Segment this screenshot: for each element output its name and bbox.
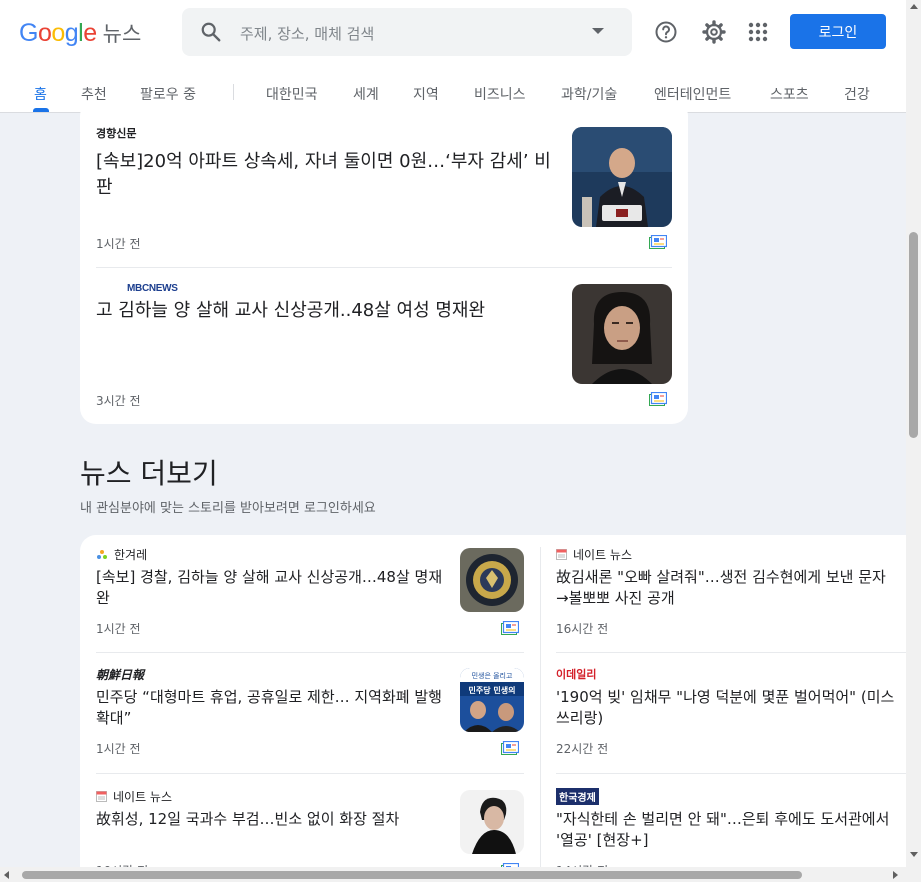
- story-headline[interactable]: "자식한테 손 벌리면 안 돼"…은퇴 후에도 도서관에서 '열공' [현장+]: [556, 809, 896, 851]
- scroll-down-icon[interactable]: [910, 852, 918, 857]
- logo-letter: o: [51, 19, 65, 47]
- story-time: 1시간 전: [96, 237, 141, 251]
- full-coverage-icon[interactable]: [501, 741, 519, 755]
- story-time: 1시간 전: [96, 622, 141, 636]
- source-name: 朝鮮日報: [96, 668, 145, 682]
- story-time: 1시간 전: [96, 742, 141, 756]
- source-name: 이데일리: [556, 668, 597, 681]
- full-coverage-icon[interactable]: [649, 235, 667, 249]
- logo-letter: g: [64, 19, 79, 47]
- source-name: MBCNEWS: [127, 283, 178, 294]
- grid-story-item[interactable]: 朝鮮日報 민주당 “대형마트 휴업, 공휴일로 제한… 지역화폐 발행 확대”: [96, 666, 446, 729]
- story-thumbnail[interactable]: [460, 790, 524, 854]
- grid-story-item[interactable]: 한국경제 "자식한테 손 벌리면 안 돼"…은퇴 후에도 도서관에서 '열공' …: [556, 788, 896, 851]
- story-headline[interactable]: '190억 빚' 임채무 "나영 덕분에 몇푼 벌어먹어" (미스쓰리랑): [556, 687, 896, 729]
- vertical-scrollbar[interactable]: [906, 0, 921, 882]
- apps-icon[interactable]: [746, 20, 770, 44]
- source-name: 한겨레: [96, 546, 446, 563]
- search-box[interactable]: 주제, 장소, 매체 검색: [182, 8, 632, 56]
- story-headline[interactable]: 고 김하늘 양 살해 교사 신상공개..48살 여성 명재완: [96, 298, 566, 324]
- column-divider: [540, 547, 541, 877]
- story-headline[interactable]: 故김새론 "오빠 살려줘"…생전 김수현에게 보낸 문자→볼뽀뽀 사진 공개: [556, 567, 891, 609]
- nate-logo-icon: [96, 791, 107, 802]
- horizontal-scroll-thumb[interactable]: [22, 871, 802, 879]
- scroll-up-icon[interactable]: [910, 4, 918, 9]
- logo-letter: G: [19, 19, 38, 47]
- story-headline[interactable]: [속보]20억 아파트 상속세, 자녀 둘이면 0원…‘부자 감세’ 비판: [96, 149, 556, 201]
- story-headline[interactable]: 민주당 “대형마트 휴업, 공휴일로 제한… 지역화폐 발행 확대”: [96, 687, 446, 729]
- section-subtitle: 내 관심분야에 맞는 스토리를 받아보려면 로그인하세요: [80, 501, 376, 516]
- story-item[interactable]: 경향신문 [속보]20억 아파트 상속세, 자녀 둘이면 0원…‘부자 감세’ …: [96, 125, 556, 201]
- logo-google-word: Google: [19, 19, 97, 48]
- logo-news-word: 뉴스: [102, 22, 142, 46]
- story-thumbnail[interactable]: [572, 284, 672, 384]
- thumb-text: 민주당 민생의: [469, 685, 516, 695]
- story-divider: [556, 652, 906, 653]
- story-thumbnail[interactable]: [460, 548, 524, 612]
- google-news-logo[interactable]: Google 뉴스: [19, 18, 141, 48]
- top-bar: Google 뉴스 주제, 장소, 매체 검색 로그인 홈 추천 팔로우 중 대…: [0, 0, 906, 113]
- scroll-right-icon[interactable]: [893, 871, 898, 879]
- grid-story-item[interactable]: 네이트 뉴스 故휘성, 12일 국과수 부검…빈소 없이 화장 절차: [96, 788, 446, 830]
- logo-letter: o: [37, 19, 52, 47]
- source-name: 네이트 뉴스: [556, 546, 891, 563]
- login-button[interactable]: 로그인: [790, 14, 886, 49]
- story-divider: [96, 652, 524, 653]
- tab-home[interactable]: 홈: [34, 84, 47, 104]
- more-news-card: 한겨레 [속보] 경찰, 김하늘 양 살해 교사 신상공개…48살 명재완 1시…: [80, 535, 910, 878]
- story-time: 3시간 전: [96, 394, 141, 408]
- story-time: 22시간 전: [556, 742, 609, 756]
- thumb-text: 민생은 올리고: [472, 671, 513, 680]
- search-dropdown-icon[interactable]: [592, 28, 604, 34]
- story-headline[interactable]: 故휘성, 12일 국과수 부검…빈소 없이 화장 절차: [96, 809, 446, 830]
- story-item[interactable]: MBCNEWS 고 김하늘 양 살해 교사 신상공개..48살 여성 명재완: [96, 283, 566, 324]
- active-tab-indicator: [33, 108, 49, 112]
- source-name: 경향신문: [96, 127, 137, 140]
- nate-logo-icon: [556, 549, 567, 560]
- grid-story-item[interactable]: 네이트 뉴스 故김새론 "오빠 살려줘"…생전 김수현에게 보낸 문자→볼뽀뽀 …: [556, 546, 891, 609]
- section-title: 뉴스 더보기: [80, 457, 218, 490]
- story-thumbnail[interactable]: [572, 127, 672, 227]
- grid-story-item[interactable]: 이데일리 '190억 빚' 임채무 "나영 덕분에 몇푼 벌어먹어" (미스쓰리…: [556, 666, 896, 729]
- story-thumbnail[interactable]: 민생은 올리고 민주당 민생의: [460, 668, 524, 732]
- source-name: 한국경제: [556, 788, 896, 805]
- hankyung-logo: 한국경제: [556, 788, 599, 805]
- story-time: 16시간 전: [556, 622, 609, 636]
- search-icon[interactable]: [200, 21, 222, 43]
- settings-icon[interactable]: [702, 20, 726, 44]
- tab-sports[interactable]: 스포츠: [770, 84, 809, 104]
- hani-logo-icon: [97, 549, 107, 559]
- story-divider: [96, 267, 672, 268]
- top-stories-card: 경향신문 [속보]20억 아파트 상속세, 자녀 둘이면 0원…‘부자 감세’ …: [80, 100, 688, 424]
- full-coverage-icon[interactable]: [649, 392, 667, 406]
- scroll-left-icon[interactable]: [4, 871, 9, 879]
- logo-letter: e: [83, 19, 97, 47]
- vertical-scroll-thumb[interactable]: [909, 232, 918, 438]
- tab-health[interactable]: 건강: [844, 84, 870, 104]
- search-input[interactable]: 주제, 장소, 매체 검색: [240, 23, 374, 44]
- grid-story-item[interactable]: 한겨레 [속보] 경찰, 김하늘 양 살해 교사 신상공개…48살 명재완: [96, 546, 446, 609]
- story-divider: [556, 773, 906, 774]
- full-coverage-icon[interactable]: [501, 621, 519, 635]
- source-name: 네이트 뉴스: [96, 788, 446, 805]
- story-divider: [96, 773, 524, 774]
- help-icon[interactable]: [654, 20, 678, 44]
- story-headline[interactable]: [속보] 경찰, 김하늘 양 살해 교사 신상공개…48살 명재완: [96, 567, 446, 609]
- horizontal-scrollbar[interactable]: [0, 867, 906, 882]
